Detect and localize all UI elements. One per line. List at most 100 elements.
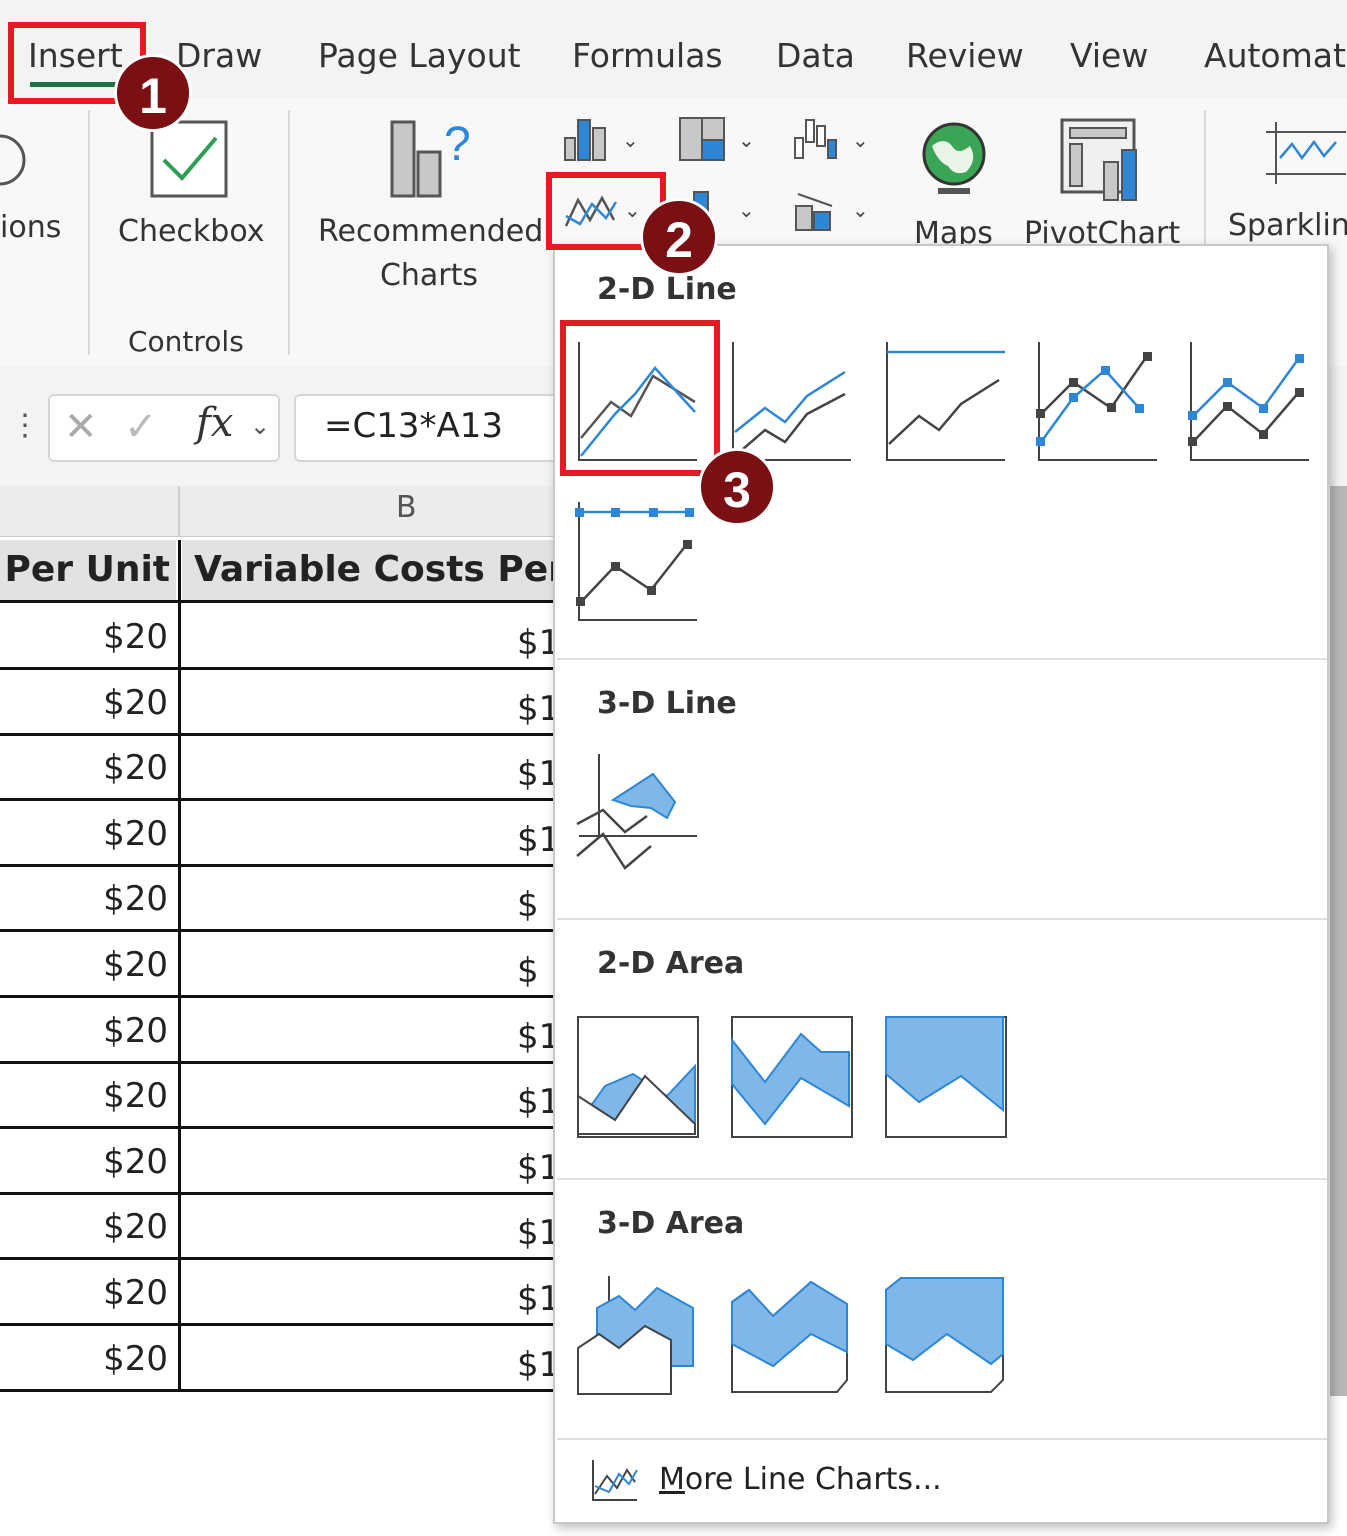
price-cell[interactable]: $20 (0, 931, 178, 995)
table-row: $20 $1 (0, 1062, 560, 1130)
price-cell[interactable]: $20 (0, 800, 178, 864)
more-line-charts-access-key: M (659, 1462, 685, 1497)
price-cell[interactable]: $20 (0, 734, 178, 798)
price-cell[interactable]: $20 (0, 997, 178, 1061)
price-cell[interactable]: $20 (0, 865, 178, 929)
chevron-down-icon[interactable]: ⌄ (622, 128, 639, 153)
variable-cost-cell[interactable]: $1 (181, 734, 560, 798)
header-variable-costs-text: Variable Costs Per U (194, 549, 560, 590)
table-row: $20 $1 (0, 734, 560, 802)
variable-cost-cell[interactable]: $1 (181, 1128, 560, 1192)
enter-icon[interactable]: ✓ (124, 404, 158, 450)
ribbon-tab-bar: Insert Draw Page Layout Formulas Data Re… (0, 0, 1347, 98)
variable-cost-cell[interactable]: $1 (181, 800, 560, 864)
price-cell-value: $20 (103, 748, 168, 789)
column-header-row (0, 486, 560, 537)
table-row: $20 $1 (0, 669, 560, 736)
section-3d-line: 3-D Line (597, 686, 737, 721)
price-cell[interactable]: $20 (0, 1193, 178, 1257)
variable-cost-cell[interactable]: $1 (181, 1259, 560, 1323)
section-2d-line: 2-D Line (597, 272, 737, 307)
stacked-area-chart-option[interactable] (729, 1014, 855, 1140)
price-cell[interactable]: $20 (0, 1325, 178, 1389)
3d-line-chart-option[interactable] (575, 750, 701, 876)
variable-cost-cell[interactable]: $ (181, 931, 560, 995)
tab-draw[interactable]: Draw (176, 36, 262, 75)
group-divider (88, 110, 90, 355)
area-chart-option[interactable] (575, 1014, 701, 1140)
group-divider (288, 110, 290, 355)
price-cell[interactable]: $20 (0, 603, 178, 667)
chevron-down-icon[interactable]: ⌄ (852, 128, 869, 153)
cancel-icon[interactable]: ✕ (64, 404, 98, 450)
chevron-down-icon[interactable]: ⌄ (738, 198, 755, 223)
header-variable-costs[interactable]: Variable Costs Per U (182, 540, 560, 600)
section-divider (557, 1438, 1327, 1440)
variable-cost-cell[interactable]: $1 (181, 1062, 560, 1126)
section-3d-area: 3-D Area (597, 1206, 745, 1241)
checkbox-icon[interactable] (150, 120, 228, 198)
section-divider (557, 1178, 1327, 1180)
price-cell-value: $20 (103, 879, 168, 920)
price-cell-value: $20 (103, 1010, 168, 1051)
pivotchart-icon[interactable] (1060, 118, 1146, 204)
price-cell[interactable]: $20 (0, 1128, 178, 1192)
100-stacked-line-chart-option[interactable] (883, 338, 1009, 464)
more-options-icon[interactable]: ⋮ (10, 408, 40, 443)
variable-cost-cell[interactable]: $1 (181, 1325, 560, 1389)
header-price-per-unit-text: Per Unit (4, 549, 171, 590)
sparkline-icon[interactable] (1262, 118, 1346, 188)
price-cell[interactable]: $20 (0, 1062, 178, 1126)
price-cell-value: $20 (103, 813, 168, 854)
column-b-header[interactable]: B (396, 490, 417, 525)
hierarchy-chart-icon[interactable] (678, 116, 726, 162)
step-badge-2: 2 (640, 198, 718, 276)
stacked-line-chart-option[interactable] (729, 338, 855, 464)
table-row: $20 $ (0, 931, 560, 998)
function-icon[interactable]: fx (196, 400, 233, 446)
chevron-down-icon[interactable]: ⌄ (852, 198, 869, 223)
section-divider (557, 918, 1327, 920)
stacked-line-with-markers-option[interactable] (1187, 338, 1313, 464)
group-divider (1204, 110, 1206, 250)
tab-review[interactable]: Review (906, 36, 1024, 75)
variable-cost-cell[interactable]: $ (181, 865, 560, 929)
tab-automate[interactable]: Automate (1204, 36, 1347, 75)
recommended-charts-label-1[interactable]: Recommended (318, 210, 543, 254)
price-cell-value: $20 (103, 1141, 168, 1182)
variable-cost-cell[interactable]: $1 (181, 997, 560, 1061)
step-badge-3: 3 (698, 448, 776, 526)
column-chart-icon[interactable] (562, 116, 610, 162)
tab-formulas[interactable]: Formulas (572, 36, 723, 75)
recommended-charts-icon[interactable]: ? (388, 116, 478, 200)
waterfall-chart-icon[interactable] (792, 114, 840, 162)
chevron-down-icon[interactable]: ⌄ (250, 412, 270, 441)
3d-area-chart-option[interactable] (575, 1274, 701, 1400)
price-cell-value: $20 (103, 682, 168, 723)
3d-stacked-area-chart-option[interactable] (729, 1274, 855, 1400)
column-divider (178, 486, 180, 536)
100-stacked-line-with-markers-option[interactable] (575, 498, 701, 624)
checkbox-button-label[interactable]: Checkbox (118, 210, 265, 254)
chevron-down-icon[interactable]: ⌄ (738, 128, 755, 153)
3d-100-stacked-area-chart-option[interactable] (883, 1274, 1009, 1400)
header-price-per-unit[interactable]: Per Unit (0, 540, 176, 600)
line-with-markers-option[interactable] (1035, 338, 1161, 464)
100-stacked-area-chart-option[interactable] (883, 1014, 1009, 1140)
price-cell[interactable]: $20 (0, 669, 178, 733)
tab-view[interactable]: View (1070, 36, 1148, 75)
tab-data[interactable]: Data (776, 36, 855, 75)
sparklines-label[interactable]: Sparklin (1228, 204, 1347, 248)
step-badge-1: 1 (114, 54, 192, 132)
options-icon[interactable] (0, 130, 30, 190)
more-charts-icon[interactable] (591, 1458, 639, 1502)
tab-page-layout[interactable]: Page Layout (318, 36, 521, 75)
variable-cost-cell[interactable]: $1 (181, 1193, 560, 1257)
maps-globe-icon[interactable] (918, 116, 990, 200)
recommended-charts-label-2[interactable]: Charts (318, 254, 540, 298)
more-line-charts-link[interactable]: More Line Charts... (659, 1462, 942, 1497)
variable-cost-cell[interactable]: $1 (181, 669, 560, 733)
scatter-chart-icon[interactable] (792, 186, 840, 234)
price-cell[interactable]: $20 (0, 1259, 178, 1323)
variable-cost-cell[interactable]: $1 (181, 603, 560, 667)
